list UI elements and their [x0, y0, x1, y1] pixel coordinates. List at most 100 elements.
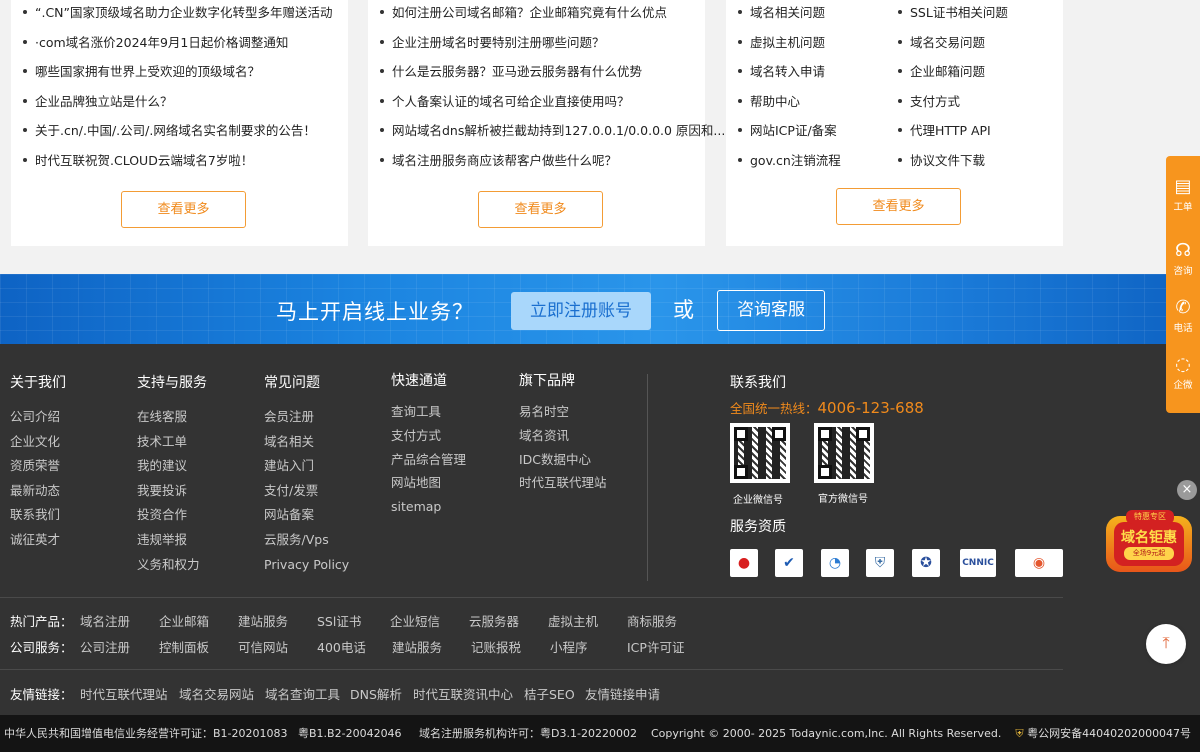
footer-link[interactable]: 企业邮箱: [159, 611, 209, 630]
sidebar-item-consult[interactable]: ☊ 咨询: [1166, 240, 1200, 277]
promo-badge[interactable]: 特惠专区 域名钜惠 全场9元起: [1100, 500, 1200, 580]
sidebar-item-ticket[interactable]: ▤ 工单: [1166, 176, 1200, 213]
footer-link[interactable]: 公司注册: [80, 637, 130, 656]
footer-link[interactable]: 网站地图: [391, 475, 466, 499]
yue-license[interactable]: 粤B1.B2-20042046: [298, 727, 402, 740]
list-item[interactable]: 企业注册域名时要特别注册哪些问题？: [376, 30, 725, 60]
footer-link[interactable]: 网站备案: [264, 507, 349, 532]
list-item[interactable]: 如何注册公司域名邮箱？企业邮箱究竟有什么优点: [376, 0, 725, 30]
footer-link[interactable]: 诚征英才: [10, 532, 66, 557]
list-item[interactable]: 域名注册服务商应该帮客户做些什么呢？: [376, 148, 725, 178]
cert-verify-icon[interactable]: ✔: [775, 549, 803, 577]
footer-link[interactable]: 投资合作: [137, 507, 207, 532]
list-item[interactable]: 支付方式: [894, 89, 1008, 119]
footer-link[interactable]: 时代互联代理站: [80, 684, 168, 703]
register-button[interactable]: 立即注册账号: [511, 292, 651, 330]
footer-link[interactable]: 企业文化: [10, 434, 66, 459]
footer-link[interactable]: 建站入门: [264, 458, 349, 483]
footer-link[interactable]: 技术工单: [137, 434, 207, 459]
cert-clock-icon[interactable]: ◔: [821, 549, 849, 577]
sidebar-item-phone[interactable]: ✆ 电话: [1166, 297, 1200, 334]
list-item[interactable]: 时代互联祝贺.CLOUD云端域名7岁啦！: [19, 148, 333, 178]
footer-link[interactable]: DNS解析: [350, 684, 402, 703]
list-item[interactable]: 关于.cn/.中国/.公司/.网络域名实名制要求的公告！: [19, 118, 333, 148]
domain-license[interactable]: 域名注册服务机构许可：粤D3.1-20220002: [419, 727, 637, 740]
icp-license[interactable]: 中华人民共和国增值电信业务经营许可证：B1-20201083: [4, 727, 288, 740]
footer-link[interactable]: SSl证书: [317, 611, 361, 630]
list-item[interactable]: 哪些国家拥有世界上受欢迎的顶级域名？: [19, 59, 333, 89]
list-item[interactable]: 域名交易问题: [894, 30, 1008, 60]
footer-link[interactable]: 虚拟主机: [548, 611, 598, 630]
footer-link[interactable]: 易名时空: [519, 404, 607, 428]
footer-link[interactable]: 域名相关: [264, 434, 349, 459]
footer-link[interactable]: 400电话: [317, 637, 366, 656]
footer-link[interactable]: 小程序: [550, 637, 588, 656]
view-more-button[interactable]: 查看更多: [478, 191, 603, 228]
footer-link[interactable]: 违规举报: [137, 532, 207, 557]
footer-link[interactable]: 云服务/Vps: [264, 532, 349, 557]
consult-button[interactable]: 咨询客服: [717, 290, 825, 331]
footer-link[interactable]: 友情链接申请: [585, 684, 660, 703]
footer-link[interactable]: ICP许可证: [627, 637, 684, 656]
footer-link[interactable]: 记账报税: [471, 637, 521, 656]
footer-link[interactable]: 可信网站: [238, 637, 288, 656]
cert-cnnic-icon[interactable]: CNNIC: [960, 549, 996, 577]
list-item[interactable]: 企业邮箱问题: [894, 59, 1008, 89]
footer-link[interactable]: 我要投诉: [137, 483, 207, 508]
footer-link[interactable]: 义务和权力: [137, 557, 207, 582]
footer-link[interactable]: 企业短信: [390, 611, 440, 630]
footer-link[interactable]: 控制面板: [159, 637, 209, 656]
list-item[interactable]: 域名转入申请: [734, 59, 841, 89]
police-record[interactable]: 粤公网安备44040202000047号: [1027, 727, 1191, 740]
cert-shield-icon[interactable]: ⛨: [866, 549, 894, 577]
footer-link[interactable]: 联系我们: [10, 507, 66, 532]
cert-police-icon[interactable]: ✪: [912, 549, 940, 577]
footer-link[interactable]: Privacy Policy: [264, 557, 349, 582]
footer-link[interactable]: 公司介绍: [10, 409, 66, 434]
footer-link[interactable]: 商标服务: [627, 611, 677, 630]
footer-link[interactable]: 域名注册: [80, 611, 130, 630]
list-item[interactable]: 虚拟主机问题: [734, 30, 841, 60]
back-to-top-button[interactable]: ⤒: [1146, 624, 1186, 664]
view-more-button[interactable]: 查看更多: [121, 191, 246, 228]
list-item[interactable]: 网站域名dns解析被拦截劫持到127.0.0.1/0.0.0.0 原因和...: [376, 118, 725, 148]
footer-link[interactable]: 最新动态: [10, 483, 66, 508]
list-item[interactable]: 域名相关问题: [734, 0, 841, 30]
list-item[interactable]: 代理HTTP API: [894, 118, 1008, 148]
footer-link[interactable]: 我的建议: [137, 458, 207, 483]
list-item[interactable]: ·com域名涨价2024年9月1日起价格调整通知: [19, 30, 333, 60]
footer-link[interactable]: 资质荣誉: [10, 458, 66, 483]
list-item[interactable]: 帮助中心: [734, 89, 841, 119]
footer-link[interactable]: 时代互联代理站: [519, 475, 607, 499]
footer-link[interactable]: 时代互联资讯中心: [413, 684, 513, 703]
footer-link[interactable]: 域名查询工具: [265, 684, 340, 703]
list-item[interactable]: 个人备案认证的域名可给企业直接使用吗？: [376, 89, 725, 119]
footer-link[interactable]: IDC数据中心: [519, 452, 607, 476]
footer-link[interactable]: 会员注册: [264, 409, 349, 434]
view-more-button[interactable]: 查看更多: [836, 188, 961, 225]
list-item[interactable]: SSL证书相关问题: [894, 0, 1008, 30]
qr-code-enterprise: [730, 423, 790, 483]
list-item[interactable]: 网站ICP证/备案: [734, 118, 841, 148]
footer-link[interactable]: 建站服务: [238, 611, 288, 630]
footer-link[interactable]: sitemap: [391, 499, 466, 523]
list-item[interactable]: 企业品牌独立站是什么？: [19, 89, 333, 119]
footer-link[interactable]: 建站服务: [392, 637, 442, 656]
list-item[interactable]: 什么是云服务器？亚马逊云服务器有什么优势: [376, 59, 725, 89]
sidebar-item-wecom[interactable]: ◌ 企微: [1166, 354, 1200, 391]
footer-link[interactable]: 查询工具: [391, 404, 466, 428]
list-item[interactable]: “.CN”国家顶级域名助力企业数字化转型多年赠送活动: [19, 0, 333, 30]
footer-link[interactable]: 支付方式: [391, 428, 466, 452]
cert-trusted-site-icon[interactable]: ◉: [1015, 549, 1063, 577]
footer-link[interactable]: 支付/发票: [264, 483, 349, 508]
footer-link[interactable]: 在线客服: [137, 409, 207, 434]
cert-badge-icon[interactable]: ●: [730, 549, 758, 577]
footer-link[interactable]: 产品综合管理: [391, 452, 466, 476]
list-item[interactable]: 协议文件下载: [894, 148, 1008, 178]
footer-link[interactable]: 桔子SEO: [524, 684, 575, 703]
list-item[interactable]: gov.cn注销流程: [734, 148, 841, 178]
footer-link[interactable]: 域名交易网站: [179, 684, 254, 703]
promo-close-icon[interactable]: ×: [1177, 480, 1197, 500]
footer-link[interactable]: 域名资讯: [519, 428, 607, 452]
footer-link[interactable]: 云服务器: [469, 611, 519, 630]
